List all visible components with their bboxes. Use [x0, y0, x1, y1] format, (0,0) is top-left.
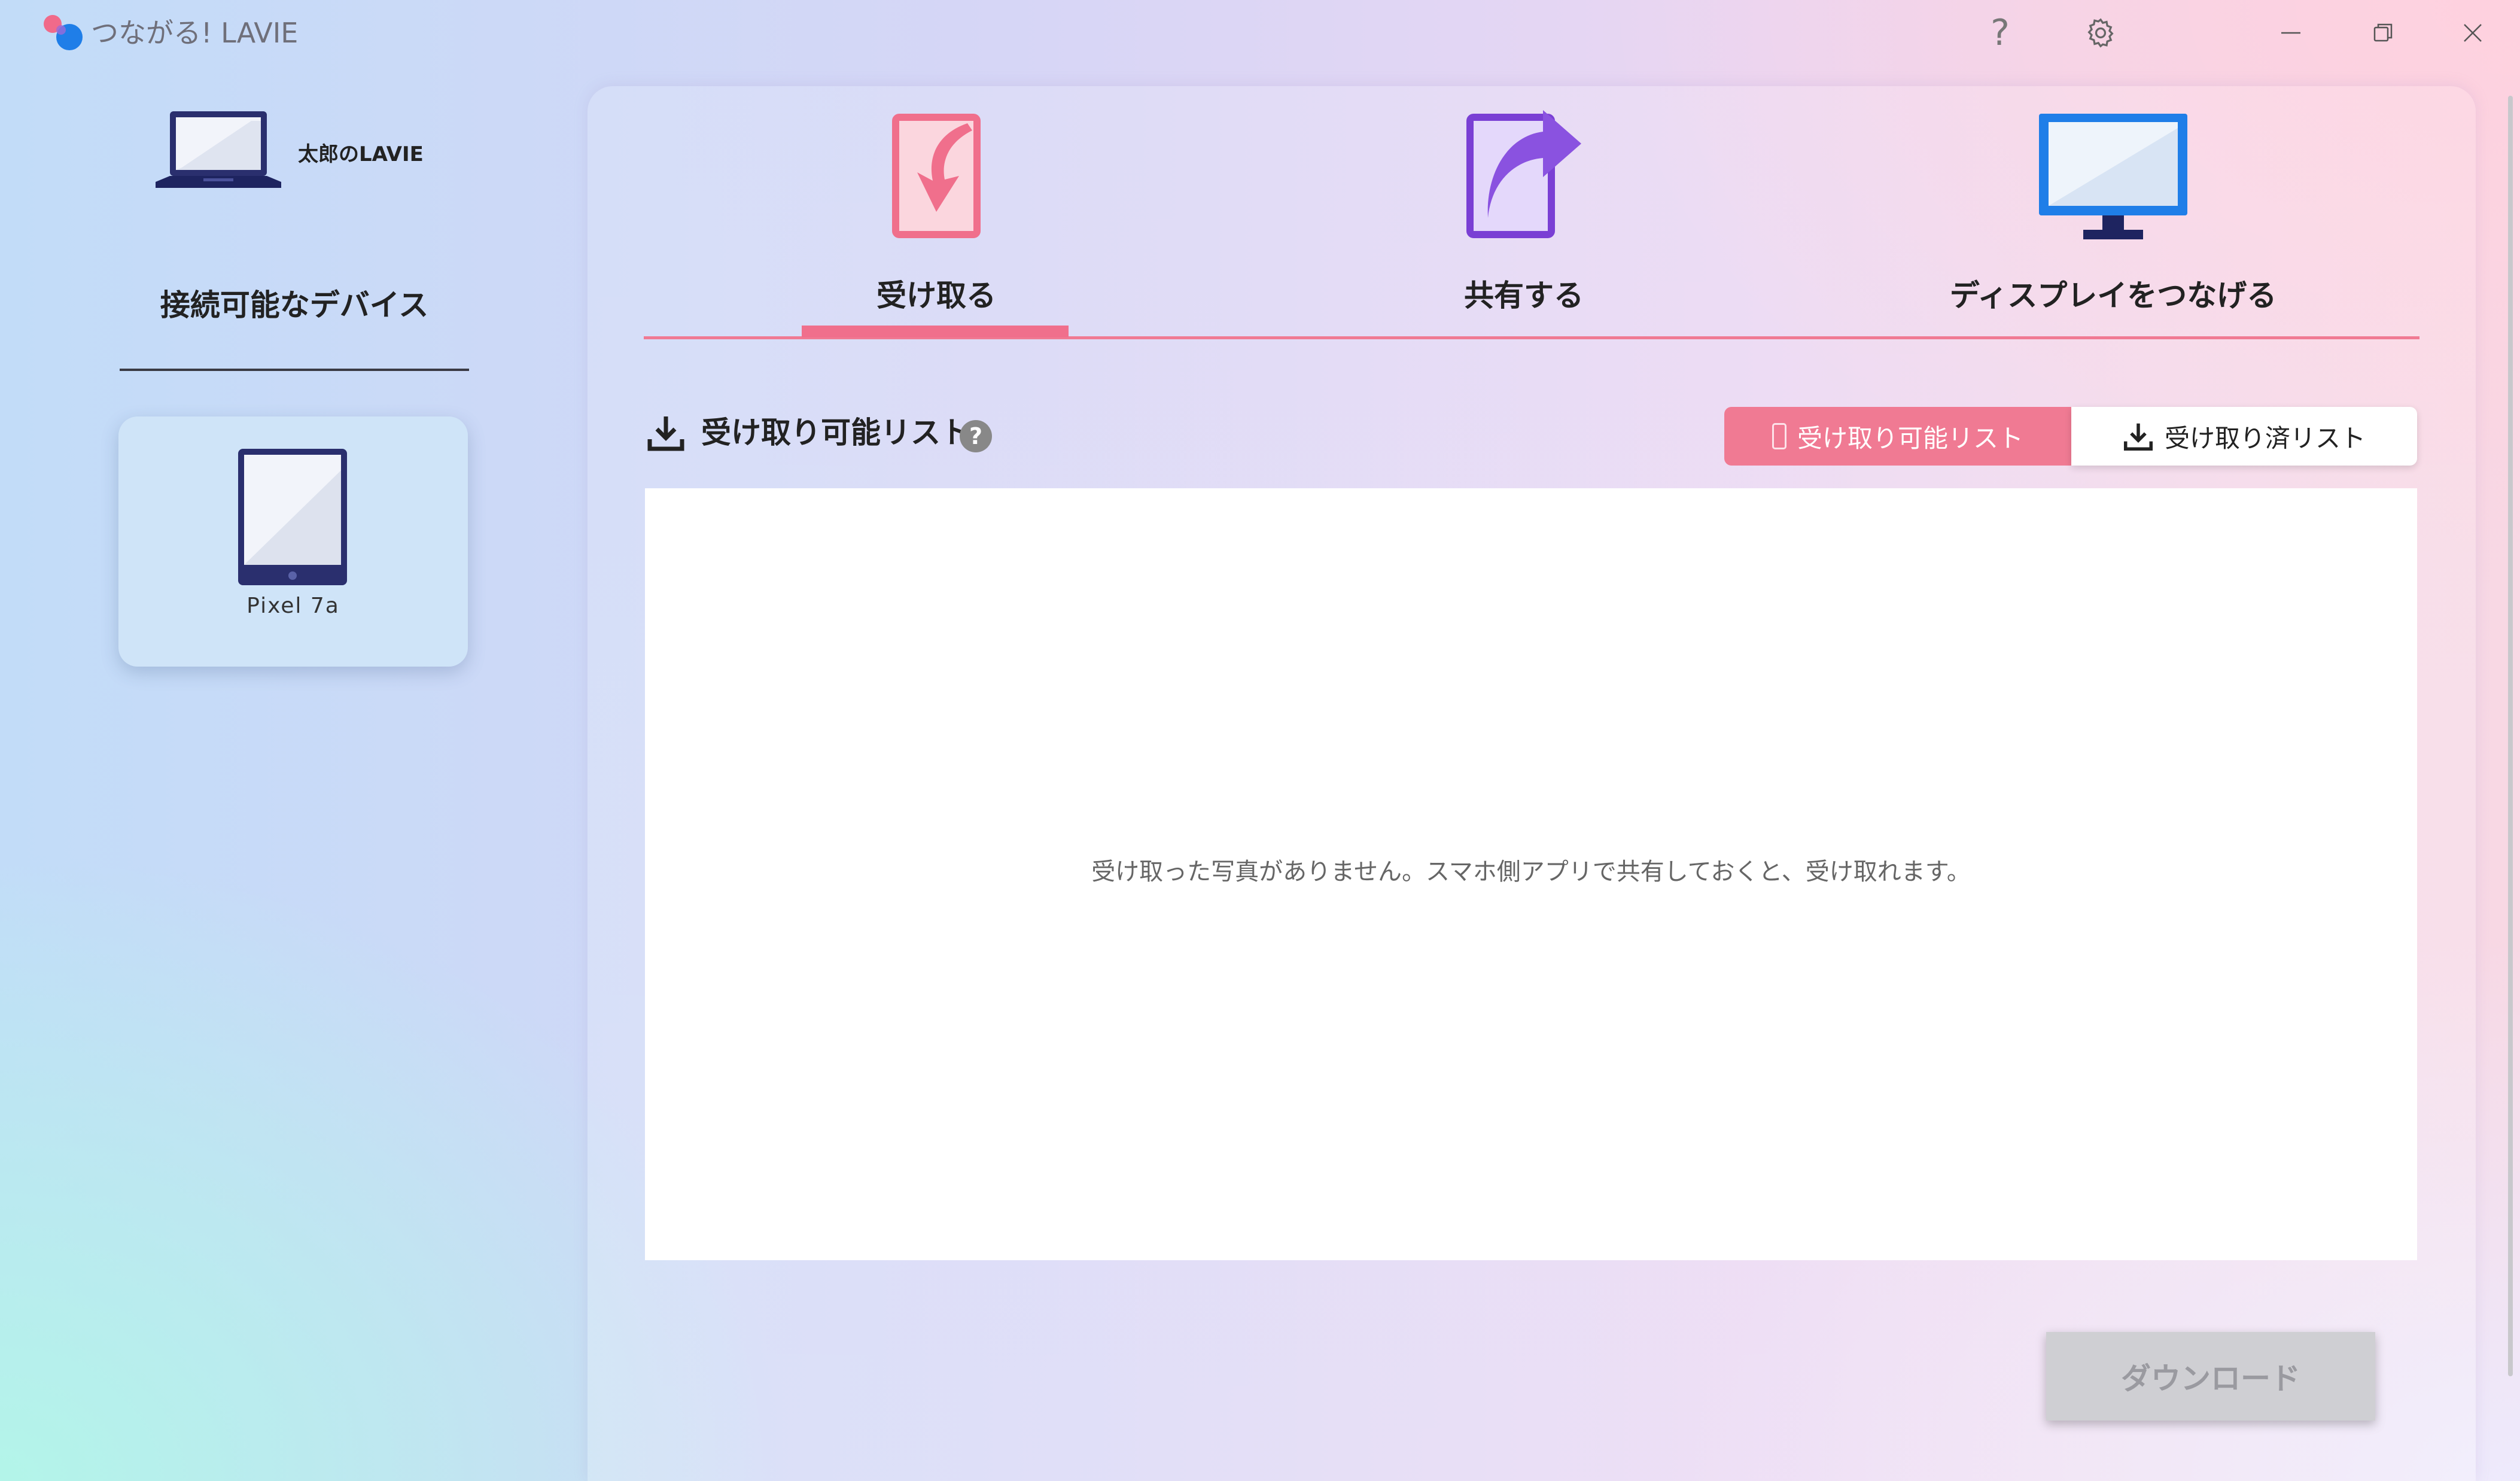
app-logo-icon: [44, 15, 83, 50]
app-title: つながる! LAVIE: [91, 17, 299, 49]
toggle-available-label: 受け取り可能リスト: [1797, 423, 2023, 453]
connected-device-name: Pixel 7a: [246, 594, 340, 618]
toggle-available-list[interactable]: 受け取り可能リスト: [1724, 407, 2071, 466]
download-icon: [647, 416, 684, 451]
receivable-list: 受け取った写真がありません。スマホ側アプリで共有しておくと、受け取れます。: [645, 488, 2417, 1260]
restore-icon[interactable]: [2363, 13, 2403, 53]
minimize-icon[interactable]: [2271, 13, 2311, 53]
section-help-icon[interactable]: ?: [960, 420, 992, 452]
tab-share-label: 共有する: [1464, 278, 1584, 313]
help-icon[interactable]: ?: [1980, 12, 2020, 54]
tab-receive-label: 受け取る: [876, 278, 996, 313]
toggle-received-list[interactable]: 受け取り済リスト: [2071, 407, 2417, 466]
download-icon: [2123, 423, 2153, 451]
title-bar: つながる! LAVIE ?: [0, 0, 2520, 66]
toggle-received-label: 受け取り済リスト: [2164, 423, 2366, 453]
smartphone-icon: [1772, 423, 1786, 449]
main-panel: 受け取る 共有する ディスプレイをつなげる 受け取り可能リスト ? 受け取り可能…: [588, 86, 2476, 1481]
laptop-icon: [156, 111, 281, 188]
receive-icon: [892, 114, 981, 238]
tab-share[interactable]: 共有する: [1389, 86, 1658, 337]
sidebar-heading: 接続可能なデバイス: [160, 288, 429, 323]
active-tab-indicator: [802, 326, 1069, 337]
tab-display-label: ディスプレイをつなげる: [1949, 278, 2277, 313]
share-icon: [1466, 110, 1581, 238]
section-title: 受け取り可能リスト: [701, 415, 970, 450]
tab-receive[interactable]: 受け取る: [802, 86, 1071, 337]
tab-display[interactable]: ディスプレイをつなげる: [1940, 86, 2287, 337]
monitor-icon: [2039, 114, 2187, 239]
own-device: 太郎のLAVIE: [156, 108, 443, 197]
gear-icon[interactable]: [2081, 13, 2120, 53]
download-button[interactable]: ダウンロード: [2046, 1332, 2375, 1421]
window-scrollbar[interactable]: [2508, 96, 2513, 1376]
sidebar-divider: [120, 369, 469, 371]
connected-device-card[interactable]: Pixel 7a: [118, 416, 468, 667]
empty-message: 受け取った写真がありません。スマホ側アプリで共有しておくと、受け取れます。: [1091, 858, 1971, 886]
own-device-name: 太郎のLAVIE: [298, 142, 424, 166]
tablet-icon: [238, 449, 347, 585]
close-icon[interactable]: [2453, 13, 2492, 53]
